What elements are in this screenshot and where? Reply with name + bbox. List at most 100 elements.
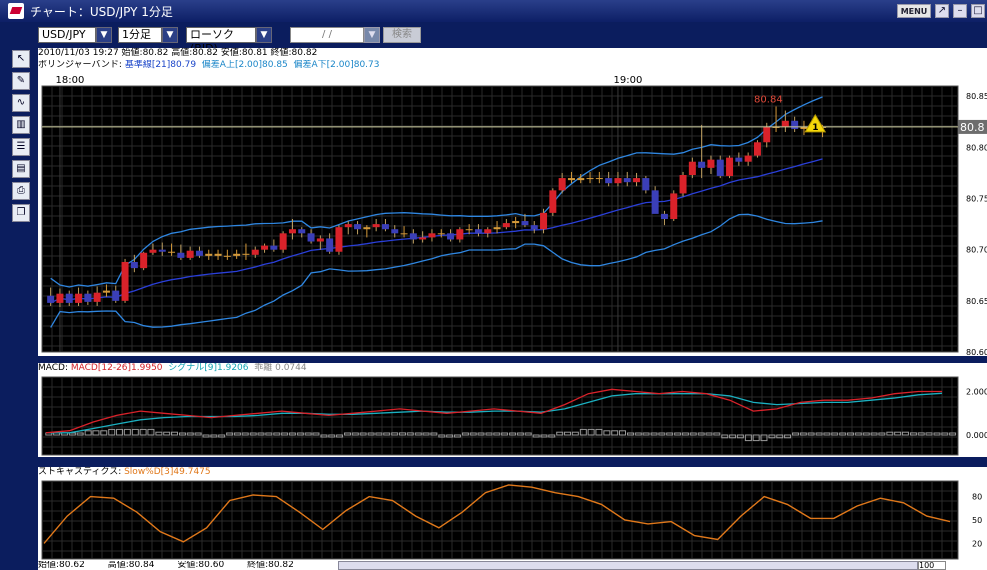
symbol-value: USD/JPY: [42, 28, 86, 41]
title-bar: チャート：USD/JPY 1分足 MENU ↗ – □: [0, 0, 987, 22]
candle-body: [270, 245, 278, 250]
toolbar: USD/JPY ▼ 1分足 ▼ ローソク(BID) ▼ / / ▼ 検索: [0, 22, 987, 55]
ohlc-info: 2010/11/03 19:27 始値:80.82 高値:80.82 安値:80…: [38, 48, 987, 60]
candle-body: [474, 229, 482, 234]
macd-chart[interactable]: 2.000 0.000: [38, 375, 987, 457]
candle-body: [530, 225, 538, 230]
indicator-icon[interactable]: ∿: [12, 94, 30, 112]
candle-body: [177, 252, 185, 258]
candle-body: [84, 293, 92, 302]
cursor-icon[interactable]: ↖: [12, 50, 30, 68]
copy-icon[interactable]: ❐: [12, 204, 30, 222]
timeframe-select[interactable]: 1分足 ▼: [118, 27, 178, 43]
timeframe-value: 1分足: [122, 28, 151, 41]
candle-body: [233, 253, 241, 256]
stoch-tick-label: 50: [972, 516, 982, 525]
pencil-icon[interactable]: ✎: [12, 72, 30, 90]
chart-settings-icon[interactable]: ▥: [12, 116, 30, 134]
candle-body: [158, 249, 166, 252]
candle-body: [493, 227, 501, 230]
macd-label: MACD:: [38, 363, 71, 373]
candle-body: [791, 120, 799, 129]
candle-body: [781, 120, 789, 127]
candle-body: [540, 212, 548, 230]
candle-body: [409, 233, 417, 240]
candle-body: [214, 253, 222, 256]
candle-body: [102, 290, 110, 293]
chart-type-select[interactable]: ローソク(BID) ▼: [186, 27, 272, 55]
candle-body: [577, 178, 585, 181]
candle-body: [140, 252, 148, 269]
candle-body: [716, 159, 724, 177]
chevron-down-icon[interactable]: ▼: [256, 27, 272, 43]
candle-body: [381, 224, 389, 230]
macd-tick-label: 2.000: [966, 388, 987, 397]
candle-body: [400, 233, 408, 235]
candle-body: [698, 161, 706, 168]
bollinger-lower: 偏差A下[2.00]80.73: [293, 60, 380, 70]
candle-body: [363, 227, 371, 230]
time-label: 19:00: [614, 75, 643, 86]
window-icon[interactable]: ▤: [12, 160, 30, 178]
divergence-value: 乖離 0.0744: [254, 363, 307, 373]
candle-body: [242, 253, 250, 255]
candle-body: [251, 249, 259, 255]
stoch-info: ストキャスティクス: Slow%D[3]49.7475: [38, 467, 987, 479]
stoch-label: ストキャスティクス:: [38, 467, 125, 477]
chevron-down-icon[interactable]: ▼: [96, 27, 112, 43]
candle-body: [261, 245, 269, 250]
zoom-select[interactable]: 100: [918, 561, 946, 570]
candle-body: [288, 229, 296, 234]
candle-body: [726, 157, 734, 177]
candle-body: [121, 261, 129, 301]
candle-body: [502, 223, 510, 228]
candle-body: [372, 224, 380, 228]
candle-body: [186, 250, 194, 258]
alert-number: 1: [812, 123, 818, 133]
high-marker-label: 80.84: [754, 94, 783, 105]
stoch-tick-label: 20: [972, 539, 982, 548]
candle-body: [326, 238, 334, 252]
candle-body: [298, 229, 306, 234]
price-tick-label: 80.60: [966, 348, 987, 356]
symbol-select[interactable]: USD/JPY ▼: [38, 27, 112, 43]
chevron-down-icon[interactable]: ▼: [364, 27, 380, 43]
candle-body: [707, 159, 715, 168]
candle-body: [623, 178, 631, 183]
list-icon[interactable]: ☰: [12, 138, 30, 156]
macd-info: MACD: MACD[12-26]1.9950 シグナル[9]1.9206 乖離…: [38, 363, 987, 375]
horizontal-scrollbar[interactable]: [338, 561, 918, 570]
bollinger-info: ボリンジャーバンド: 基準線[21]80.79 偏差A上[2.00]80.85 …: [38, 60, 987, 72]
candle-body: [651, 190, 659, 214]
candle-body: [633, 178, 641, 183]
stochastics-chart[interactable]: 80 50 20: [38, 479, 987, 561]
plot-area: [41, 376, 959, 456]
plot-area: [41, 480, 959, 560]
candle-body: [688, 161, 696, 176]
candle-body: [391, 229, 399, 234]
candle-body: [512, 221, 520, 224]
macd-tick-label: 0.000: [966, 431, 987, 440]
pin-icon[interactable]: ↗: [935, 4, 949, 18]
candle-body: [437, 233, 445, 235]
candle-body: [279, 233, 287, 250]
candle-body: [549, 190, 557, 213]
price-tick-label: 80.70: [966, 246, 987, 255]
stoch-tick-label: 80: [972, 493, 982, 502]
price-tick-label: 80.80: [966, 143, 987, 152]
search-button[interactable]: 検索: [383, 27, 421, 43]
maximize-icon[interactable]: □: [971, 4, 985, 18]
candle-body: [205, 253, 213, 256]
price-chart[interactable]: 18:00 19:00 80.85 80.80 80.75 80.70 80.65 80.60…: [38, 72, 987, 356]
date-input[interactable]: / /: [290, 27, 364, 43]
menu-button[interactable]: MENU: [897, 4, 931, 18]
candle-body: [586, 178, 594, 180]
chevron-down-icon[interactable]: ▼: [162, 27, 178, 43]
price-tick-label: 80.85: [966, 92, 987, 101]
candle-body: [465, 229, 473, 231]
tool-palette: ↖ ✎ ∿ ▥ ☰ ▤ ⎙ ❐: [12, 50, 32, 226]
minimize-icon[interactable]: –: [953, 4, 967, 18]
candle-body: [670, 193, 678, 219]
printer-icon[interactable]: ⎙: [12, 182, 30, 200]
candle-body: [168, 251, 176, 253]
